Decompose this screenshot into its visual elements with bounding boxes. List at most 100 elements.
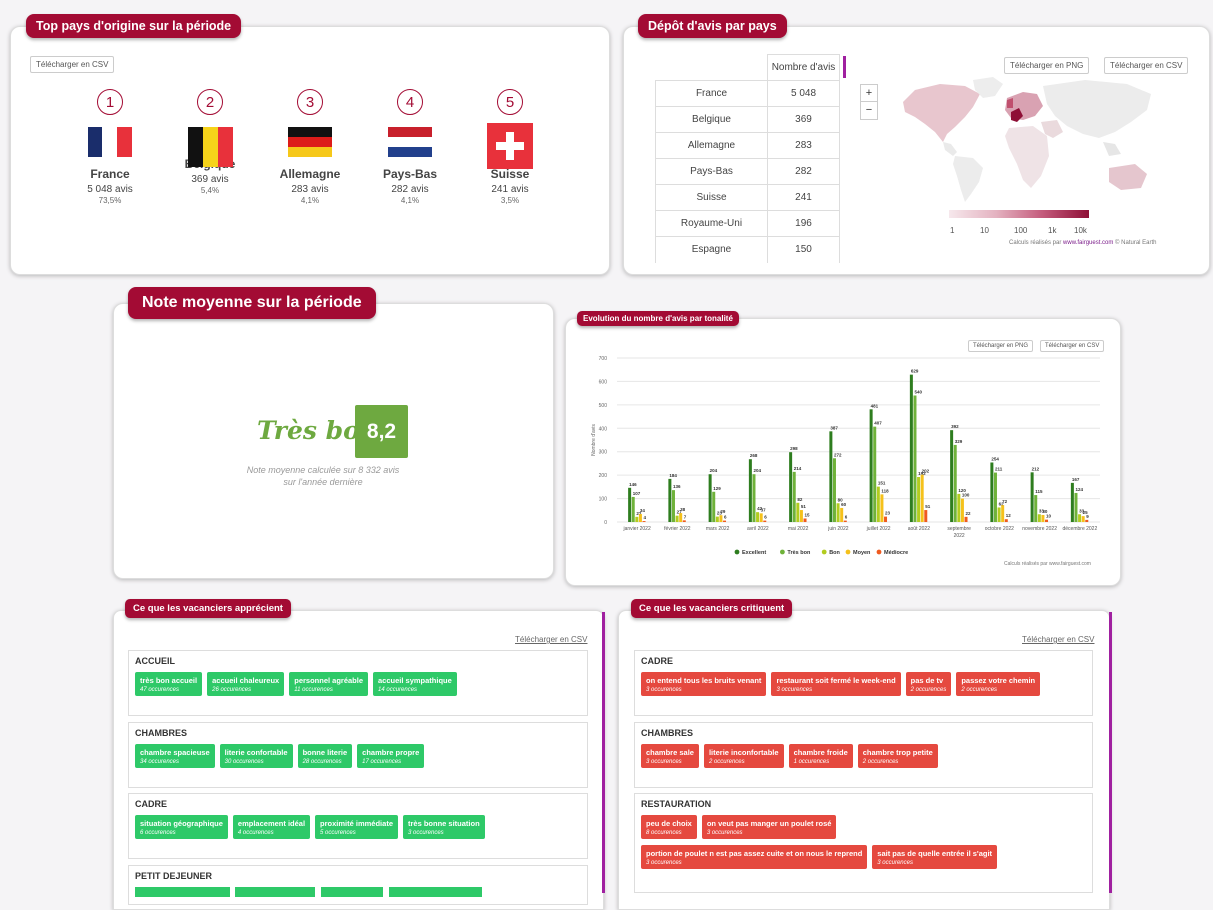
world-map[interactable] bbox=[895, 72, 1165, 207]
tag-item[interactable]: literie confortable 30 occurences bbox=[219, 744, 293, 768]
data-label: 9 bbox=[1086, 514, 1089, 519]
france-flag-icon bbox=[88, 127, 132, 157]
average-rating-title: Note moyenne sur la période bbox=[128, 287, 376, 319]
tag-label: pas de tv bbox=[910, 676, 944, 685]
tag-item[interactable]: proximité immédiate 5 occurences bbox=[315, 815, 398, 839]
legend-tick: 10k bbox=[1074, 226, 1087, 235]
tag-occurrences: 3 occurences bbox=[408, 830, 444, 836]
tag-item[interactable]: passez votre chemin 2 occurences bbox=[956, 672, 1041, 696]
tag-item[interactable]: chambre propre 17 occurences bbox=[357, 744, 425, 768]
tag-item[interactable]: chambre froide 1 occurences bbox=[788, 744, 853, 768]
bar-médiocre bbox=[1085, 519, 1089, 522]
critics-group-restauration: RESTAURATION peu de choix 8 occurences on… bbox=[634, 793, 1093, 893]
bar-bon bbox=[675, 515, 679, 522]
tag-item[interactable]: emplacement idéal 4 occurences bbox=[232, 815, 311, 839]
tag-item-cropped[interactable] bbox=[135, 887, 230, 897]
data-label: 387 bbox=[830, 425, 838, 430]
table-scrollbar[interactable] bbox=[843, 56, 846, 78]
tag-label: accueil chaleureux bbox=[212, 676, 280, 685]
critics-download-csv-link[interactable]: Télécharger en CSV bbox=[1022, 635, 1094, 644]
zoom-out-button[interactable]: − bbox=[861, 102, 877, 119]
tag-list: peu de choix 8 occurences on veut pas man… bbox=[635, 809, 1092, 845]
tag-occurrences: 2 occurences bbox=[910, 687, 947, 693]
critics-scrollbar[interactable] bbox=[1109, 612, 1112, 893]
bar-excellent bbox=[628, 487, 632, 522]
tag-item-cropped[interactable] bbox=[235, 887, 315, 897]
top-countries-download-csv-button[interactable]: Télécharger en CSV bbox=[30, 56, 115, 73]
tag-item[interactable]: pas de tv 2 occurences bbox=[905, 672, 952, 696]
bar-médiocre bbox=[682, 520, 686, 522]
tag-item[interactable]: literie inconfortable 2 occurences bbox=[703, 744, 784, 768]
data-label: 268 bbox=[750, 453, 758, 458]
likes-download-csv-link[interactable]: Télécharger en CSV bbox=[515, 635, 587, 644]
bar-très-bon bbox=[913, 395, 917, 522]
tag-item[interactable]: bonne literie 28 occurences bbox=[297, 744, 353, 768]
data-label: 38 bbox=[680, 507, 686, 512]
tag-item[interactable]: chambre trop petite 2 occurences bbox=[857, 744, 938, 768]
tag-item[interactable]: très bonne situation 3 occurences bbox=[403, 815, 485, 839]
tag-occurrences: 4 occurences bbox=[237, 830, 274, 836]
legend-marker bbox=[821, 549, 827, 555]
tag-label: bonne literie bbox=[302, 748, 348, 757]
map-credit-link[interactable]: www.fairguest.com bbox=[1063, 240, 1113, 246]
reviews-by-country-title: Dépôt d'avis par pays bbox=[638, 14, 787, 38]
data-label: 272 bbox=[834, 452, 842, 457]
tag-item[interactable]: très bon accueil 47 occurences bbox=[135, 672, 203, 696]
tag-item[interactable]: restaurant soit fermé le week-end 3 occur… bbox=[771, 672, 901, 696]
map-africa bbox=[1005, 126, 1049, 188]
country-review-count: 369 avis bbox=[191, 174, 229, 185]
bar-excellent bbox=[748, 459, 752, 522]
tag-label: chambre spacieuse bbox=[140, 748, 210, 757]
bar-très-bon bbox=[953, 444, 957, 522]
country-reviews-table: Nombre d'avis France 5 048 Belgique 369 Al… bbox=[655, 54, 840, 263]
tag-label: chambre froide bbox=[793, 748, 848, 757]
tag-list-row-2: portion de poulet n est pas assez cuite … bbox=[635, 845, 1092, 875]
tag-item[interactable]: on entend tous les bruits venant 3 occure… bbox=[641, 672, 767, 696]
data-label: 82 bbox=[797, 497, 803, 502]
tag-occurrences: 3 occurences bbox=[706, 830, 743, 836]
data-label: 107 bbox=[633, 491, 641, 496]
bar-très-bon bbox=[993, 472, 997, 522]
rating-note-line2: sur l'année dernière bbox=[283, 477, 363, 487]
bar-moyen bbox=[840, 507, 844, 522]
data-label: 254 bbox=[991, 456, 999, 461]
tag-item[interactable]: personnel agréable 11 occurences bbox=[289, 672, 369, 696]
group-title: CHAMBRES bbox=[641, 728, 694, 738]
x-tick-label: mai 2022 bbox=[788, 526, 809, 532]
zoom-in-button[interactable]: + bbox=[861, 85, 877, 102]
table-row: France 5 048 bbox=[655, 80, 840, 107]
data-label: 407 bbox=[874, 421, 882, 426]
bar-excellent bbox=[789, 452, 793, 522]
y-tick-label: 300 bbox=[599, 450, 608, 456]
tag-item[interactable]: on veut pas manger un poulet rosé 3 occur… bbox=[701, 815, 837, 839]
tag-item[interactable]: portion de poulet n est pas assez cuite … bbox=[641, 845, 868, 869]
rank-badge: 2 bbox=[197, 89, 223, 115]
data-label: 167 bbox=[1072, 477, 1080, 482]
rating-score-badge: 8,2 bbox=[355, 405, 408, 458]
tag-item[interactable]: accueil chaleureux 26 occurences bbox=[207, 672, 285, 696]
column-header-review-count[interactable]: Nombre d'avis bbox=[767, 54, 840, 81]
group-title: PETIT DEJEUNER bbox=[135, 871, 213, 881]
likes-scrollbar[interactable] bbox=[602, 612, 605, 893]
tag-item[interactable]: chambre sale 3 occurences bbox=[641, 744, 699, 768]
table-row: Suisse 241 bbox=[655, 184, 840, 211]
tag-item[interactable]: situation géographique 6 occurences bbox=[135, 815, 228, 839]
tag-item[interactable]: chambre spacieuse 34 occurences bbox=[135, 744, 215, 768]
bar-très-bon bbox=[631, 496, 635, 522]
tag-label: portion de poulet n est pas assez cuite … bbox=[646, 849, 863, 858]
tag-item[interactable]: accueil sympathique 14 occurences bbox=[373, 672, 457, 696]
tag-item[interactable]: peu de choix 8 occurences bbox=[641, 815, 697, 839]
tag-item-cropped[interactable] bbox=[389, 887, 482, 897]
y-tick-label: 600 bbox=[599, 379, 608, 385]
tag-item[interactable]: sait pas de quelle entrée il s'agit 3 occ… bbox=[872, 845, 998, 869]
tag-list: chambre spacieuse 34 occurences literie c… bbox=[129, 738, 587, 774]
x-tick-label: décembre 2022 bbox=[1063, 526, 1098, 532]
x-tick-label: mars 2022 bbox=[706, 526, 730, 532]
tag-occurrences: 6 occurences bbox=[140, 830, 176, 836]
bar-moyen bbox=[638, 514, 642, 522]
tag-item-cropped[interactable] bbox=[321, 887, 383, 897]
data-label: 51 bbox=[801, 504, 807, 509]
top-countries-title: Top pays d'origine sur la période bbox=[26, 14, 242, 38]
tag-label: passez votre chemin bbox=[961, 676, 1036, 685]
x-tick-label: juin 2022 bbox=[827, 526, 849, 532]
